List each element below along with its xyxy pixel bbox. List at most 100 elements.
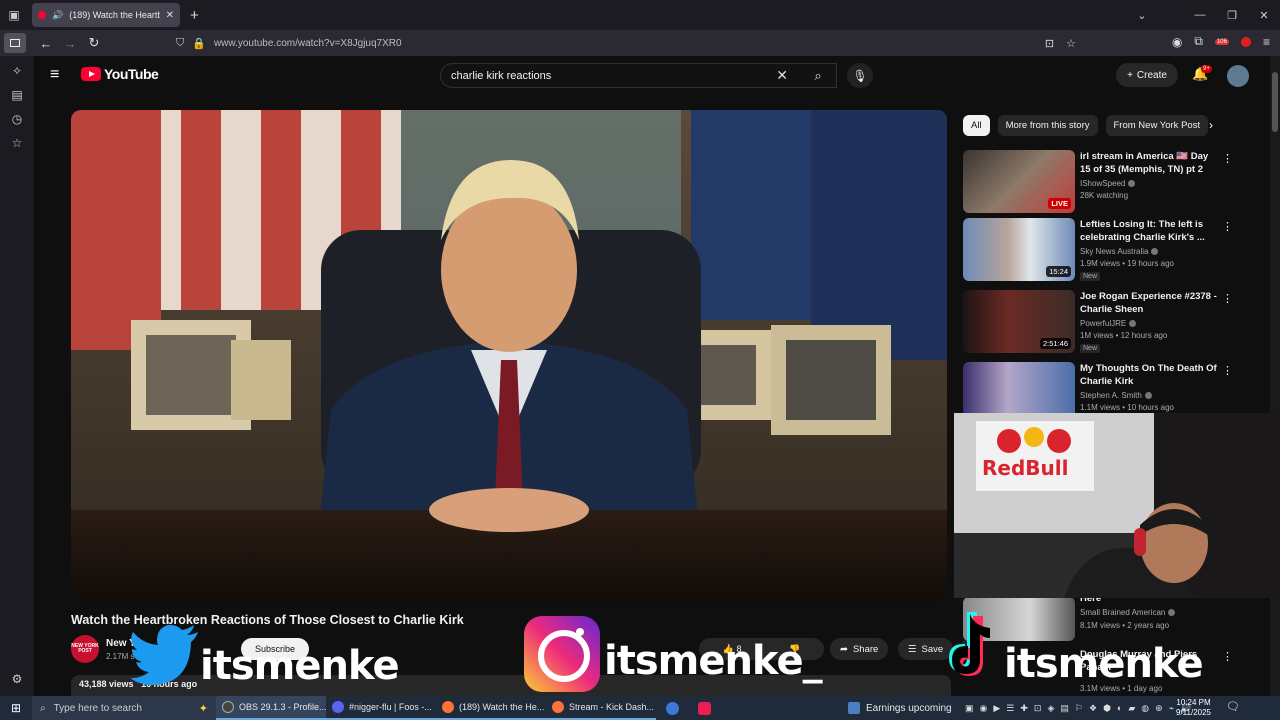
windows-start-icon[interactable]: ⊞	[0, 701, 32, 715]
list-item[interactable]: 2:51:46 Joe Rogan Experience #2378 - Cha…	[963, 290, 1263, 354]
video-thumbnail[interactable]: LIVE	[963, 150, 1075, 213]
guide-menu-icon[interactable]: ≡	[50, 66, 59, 84]
tray-icon[interactable]: ▣	[965, 703, 974, 714]
tray-icon[interactable]: ◍	[1141, 703, 1149, 714]
taskbar-search-input[interactable]: ⌕ Type here to search ✦	[32, 696, 216, 720]
search-query[interactable]: charlie kirk reactions	[451, 70, 551, 82]
taskbar-app-blue[interactable]	[656, 701, 688, 715]
tray-icon[interactable]: ◉	[980, 703, 988, 714]
tray-icon[interactable]: ▤	[1060, 703, 1069, 714]
shield-icon[interactable]: ⛉	[176, 37, 184, 50]
youtube-play-icon	[81, 67, 101, 81]
clear-search-icon[interactable]: ✕	[776, 67, 788, 84]
bookmarks-star-icon[interactable]: ☆	[12, 136, 23, 150]
taskbar-clock[interactable]: 10:24 PM 9/11/2025	[1176, 698, 1211, 718]
taskbar-item-discord[interactable]: #nigger-flu | Foos -...	[326, 696, 436, 720]
more-vert-icon[interactable]: ⋮	[1222, 292, 1233, 305]
url-text[interactable]: www.youtube.com/watch?v=X8Jgjuq7XR0	[214, 38, 402, 49]
tray-icon[interactable]: ☰	[1006, 703, 1014, 714]
rec-title[interactable]: Joe Rogan Experience #2378 - Charlie She…	[1080, 291, 1220, 316]
account-avatar[interactable]	[1227, 65, 1249, 87]
tray-icon[interactable]: ▰	[1128, 703, 1135, 714]
youtube-logo[interactable]: YouTube	[81, 66, 159, 82]
tray-icon[interactable]: ⊡	[1034, 703, 1042, 714]
more-vert-icon[interactable]: ⋮	[1222, 152, 1233, 165]
tab-list-chevron-icon[interactable]: ⌄	[1126, 9, 1158, 22]
video-thumbnail[interactable]: 15:24	[963, 218, 1075, 281]
rec-channel[interactable]: IShowSpeed	[1080, 179, 1136, 188]
search-button[interactable]: ⌕	[800, 63, 836, 88]
voice-search-button[interactable]: 🎙	[847, 63, 873, 88]
video-frame[interactable]	[71, 110, 947, 602]
new-tab-plus-icon[interactable]: +	[190, 7, 199, 24]
network-icon[interactable]: ⌁	[1169, 703, 1174, 714]
bookmark-star-icon[interactable]: ☆	[1066, 37, 1076, 50]
tab-overview-icon[interactable]: ▣	[0, 0, 28, 30]
back-arrow-icon[interactable]: ←	[34, 36, 58, 51]
forward-arrow-icon[interactable]: →	[58, 36, 82, 51]
rec-channel[interactable]: Sky News Australia	[1080, 247, 1159, 256]
earnings-widget[interactable]: Earnings upcoming	[848, 696, 952, 720]
tray-icon[interactable]: ▶	[993, 703, 1000, 714]
extensions-puzzle-icon[interactable]: ⧉	[1194, 34, 1203, 49]
menu-hamburger-icon[interactable]: ≡	[1263, 35, 1270, 49]
chips-next-chevron-icon[interactable]: ›	[1209, 118, 1213, 132]
copilot-sparkle-icon[interactable]: ✦	[199, 702, 208, 715]
tray-icon[interactable]: ✚	[1020, 703, 1028, 714]
account-icon[interactable]: ◉	[1172, 35, 1182, 49]
share-button[interactable]: ➦ Share	[830, 638, 889, 660]
page-scrollbar[interactable]	[1270, 56, 1280, 696]
rec-title[interactable]: Lefties Losing It: The left is celebrati…	[1080, 219, 1220, 244]
close-window-icon[interactable]: ✕	[1248, 9, 1280, 22]
youtube-wordmark: YouTube	[104, 66, 159, 82]
tray-icon[interactable]: ⬢	[1103, 703, 1111, 714]
more-vert-icon[interactable]: ⋮	[1222, 650, 1233, 663]
taskbar-app-tiktok[interactable]	[688, 701, 720, 715]
taskbar-item-obs[interactable]: OBS 29.1.3 - Profile...	[216, 696, 326, 720]
taskbar-item-firefox-youtube[interactable]: (189) Watch the He...	[436, 696, 546, 720]
notification-center-icon[interactable]: 🗨	[1226, 700, 1240, 713]
translate-icon[interactable]: ⊡	[1045, 37, 1054, 50]
rec-channel[interactable]: Small Brained American	[1080, 608, 1176, 617]
video-player[interactable]	[71, 110, 947, 602]
address-bar[interactable]: ⛉ 🔒 www.youtube.com/watch?v=X8Jgjuq7XR0 …	[176, 33, 1076, 53]
tray-icon[interactable]: ❖	[1089, 703, 1097, 714]
speaker-icon[interactable]: 🔊	[52, 10, 63, 21]
scrollbar-thumb[interactable]	[1272, 72, 1278, 132]
ai-sparkle-icon[interactable]: ✧	[12, 64, 22, 78]
rec-title[interactable]: My Thoughts On The Death Of Charlie Kirk	[1080, 363, 1220, 388]
record-extension-icon[interactable]	[1240, 36, 1251, 47]
rec-channel[interactable]: PowerfulJRE	[1080, 319, 1137, 328]
restore-icon[interactable]: ❐	[1216, 9, 1248, 22]
search-input[interactable]: charlie kirk reactions ✕	[440, 63, 837, 88]
tray-icon[interactable]: ⚐	[1075, 703, 1083, 714]
tiktok-handle: itsmenke	[1004, 641, 1204, 687]
clock-date: 9/11/2025	[1176, 708, 1211, 717]
video-thumbnail[interactable]: 2:51:46	[963, 290, 1075, 353]
chip-all[interactable]: All	[963, 115, 990, 136]
tray-icon[interactable]: ◐	[1117, 703, 1122, 713]
settings-gear-icon[interactable]: ⚙	[12, 672, 23, 686]
lock-icon[interactable]: 🔒	[192, 37, 206, 50]
create-button[interactable]: + Create	[1116, 63, 1178, 87]
rec-channel[interactable]: Stephen A. Smith	[1080, 391, 1152, 400]
list-item[interactable]: LIVE irl stream in America 🇺🇸 Day 15 of …	[963, 150, 1263, 214]
taskbar-item-firefox-kick[interactable]: Stream - Kick Dash...	[546, 696, 656, 720]
close-tab-icon[interactable]: ✕	[166, 10, 174, 21]
minimize-icon[interactable]: —	[1184, 9, 1216, 21]
browser-tab-youtube[interactable]: 🔊 (189) Watch the Heartbroke ✕	[32, 3, 180, 27]
chip-from-new-york-post[interactable]: From New York Post	[1105, 115, 1209, 136]
more-vert-icon[interactable]: ⋮	[1222, 364, 1233, 377]
chip-more-from-story[interactable]: More from this story	[997, 115, 1098, 136]
tray-icon[interactable]: ◈	[1047, 703, 1054, 714]
extension-badge[interactable]: 106	[1214, 38, 1229, 45]
rec-title[interactable]: irl stream in America 🇺🇸 Day 15 of 35 (M…	[1080, 151, 1220, 176]
list-item[interactable]: 15:24 Lefties Losing It: The left is cel…	[963, 218, 1263, 282]
more-vert-icon[interactable]: ⋮	[1222, 220, 1233, 233]
tray-icon[interactable]: ⊕	[1155, 703, 1163, 714]
reading-list-icon[interactable]: ▤	[11, 88, 22, 102]
history-clock-icon[interactable]: ◷	[12, 112, 22, 126]
sidebar-toggle-icon[interactable]	[4, 33, 26, 53]
channel-avatar[interactable]: NEW YORK POST	[71, 635, 99, 663]
reload-icon[interactable]: ↻	[82, 35, 106, 51]
